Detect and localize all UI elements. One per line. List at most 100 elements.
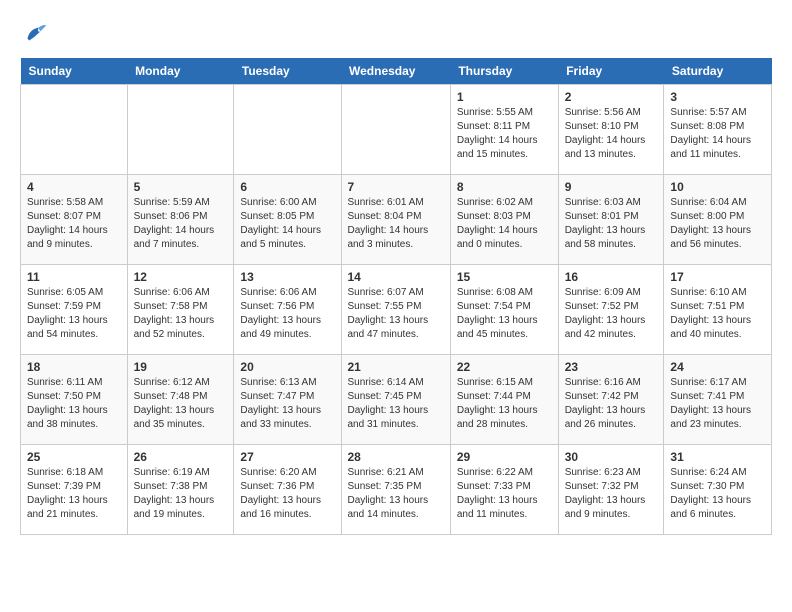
day-info: Sunrise: 5:56 AM Sunset: 8:10 PM Dayligh… <box>565 106 658 162</box>
calendar-cell: 17 Sunrise: 6:10 AM Sunset: 7:51 PM Dayli… <box>664 265 772 355</box>
calendar-cell: 10 Sunrise: 6:04 AM Sunset: 8:00 PM Dayli… <box>664 175 772 265</box>
day-info: Sunrise: 6:23 AM Sunset: 7:32 PM Dayligh… <box>565 466 658 522</box>
day-number: 5 <box>134 180 228 194</box>
day-number: 21 <box>348 360 444 374</box>
calendar-cell: 3 Sunrise: 5:57 AM Sunset: 8:08 PM Daylig… <box>664 85 772 175</box>
day-info: Sunrise: 6:17 AM Sunset: 7:41 PM Dayligh… <box>670 376 765 432</box>
day-number: 31 <box>670 450 765 464</box>
day-info: Sunrise: 6:06 AM Sunset: 7:58 PM Dayligh… <box>134 286 228 342</box>
day-info: Sunrise: 6:12 AM Sunset: 7:48 PM Dayligh… <box>134 376 228 432</box>
day-number: 15 <box>457 270 552 284</box>
calendar-cell: 26 Sunrise: 6:19 AM Sunset: 7:38 PM Dayli… <box>127 445 234 535</box>
day-number: 6 <box>240 180 334 194</box>
day-info: Sunrise: 6:10 AM Sunset: 7:51 PM Dayligh… <box>670 286 765 342</box>
day-info: Sunrise: 5:59 AM Sunset: 8:06 PM Dayligh… <box>134 196 228 252</box>
calendar-cell <box>127 85 234 175</box>
logo-bird-icon <box>20 20 48 48</box>
day-info: Sunrise: 6:04 AM Sunset: 8:00 PM Dayligh… <box>670 196 765 252</box>
calendar-cell: 30 Sunrise: 6:23 AM Sunset: 7:32 PM Dayli… <box>558 445 664 535</box>
day-info: Sunrise: 6:16 AM Sunset: 7:42 PM Dayligh… <box>565 376 658 432</box>
day-number: 17 <box>670 270 765 284</box>
calendar-cell: 21Sunrise: 6:14 AM Sunset: 7:45 PM Dayli… <box>341 355 450 445</box>
day-info: Sunrise: 6:22 AM Sunset: 7:33 PM Dayligh… <box>457 466 552 522</box>
day-number: 4 <box>27 180 121 194</box>
day-info: Sunrise: 6:19 AM Sunset: 7:38 PM Dayligh… <box>134 466 228 522</box>
weekday-header: Tuesday <box>234 58 341 85</box>
calendar-cell: 23 Sunrise: 6:16 AM Sunset: 7:42 PM Dayli… <box>558 355 664 445</box>
day-info: Sunrise: 6:01 AM Sunset: 8:04 PM Dayligh… <box>348 196 444 252</box>
day-number: 29 <box>457 450 552 464</box>
weekday-header: Sunday <box>21 58 128 85</box>
calendar-week-row: 1Sunrise: 5:55 AM Sunset: 8:11 PM Daylig… <box>21 85 772 175</box>
day-number: 3 <box>670 90 765 104</box>
calendar-week-row: 25Sunrise: 6:18 AM Sunset: 7:39 PM Dayli… <box>21 445 772 535</box>
day-info: Sunrise: 6:00 AM Sunset: 8:05 PM Dayligh… <box>240 196 334 252</box>
calendar-cell: 24 Sunrise: 6:17 AM Sunset: 7:41 PM Dayli… <box>664 355 772 445</box>
calendar-cell: 27 Sunrise: 6:20 AM Sunset: 7:36 PM Dayli… <box>234 445 341 535</box>
calendar-cell: 2 Sunrise: 5:56 AM Sunset: 8:10 PM Daylig… <box>558 85 664 175</box>
calendar-cell: 18Sunrise: 6:11 AM Sunset: 7:50 PM Dayli… <box>21 355 128 445</box>
weekday-header: Monday <box>127 58 234 85</box>
calendar-cell: 5 Sunrise: 5:59 AM Sunset: 8:06 PM Daylig… <box>127 175 234 265</box>
day-number: 19 <box>134 360 228 374</box>
calendar-cell: 4 Sunrise: 5:58 AM Sunset: 8:07 PM Daylig… <box>21 175 128 265</box>
calendar-table: SundayMondayTuesdayWednesdayThursdayFrid… <box>20 58 772 535</box>
day-number: 8 <box>457 180 552 194</box>
weekday-header: Saturday <box>664 58 772 85</box>
day-info: Sunrise: 5:58 AM Sunset: 8:07 PM Dayligh… <box>27 196 121 252</box>
day-info: Sunrise: 6:21 AM Sunset: 7:35 PM Dayligh… <box>348 466 444 522</box>
calendar-cell <box>341 85 450 175</box>
calendar-cell: 11 Sunrise: 6:05 AM Sunset: 7:59 PM Dayli… <box>21 265 128 355</box>
day-number: 11 <box>27 270 121 284</box>
calendar-cell: 6 Sunrise: 6:00 AM Sunset: 8:05 PM Daylig… <box>234 175 341 265</box>
weekday-header: Friday <box>558 58 664 85</box>
calendar-week-row: 11 Sunrise: 6:05 AM Sunset: 7:59 PM Dayli… <box>21 265 772 355</box>
calendar-cell: 8 Sunrise: 6:02 AM Sunset: 8:03 PM Daylig… <box>450 175 558 265</box>
calendar-cell: 29 Sunrise: 6:22 AM Sunset: 7:33 PM Dayli… <box>450 445 558 535</box>
day-number: 30 <box>565 450 658 464</box>
day-number: 7 <box>348 180 444 194</box>
day-number: 2 <box>565 90 658 104</box>
day-info: Sunrise: 6:06 AM Sunset: 7:56 PM Dayligh… <box>240 286 334 342</box>
day-info: Sunrise: 5:57 AM Sunset: 8:08 PM Dayligh… <box>670 106 765 162</box>
day-info: Sunrise: 6:03 AM Sunset: 8:01 PM Dayligh… <box>565 196 658 252</box>
calendar-cell: 9Sunrise: 6:03 AM Sunset: 8:01 PM Daylig… <box>558 175 664 265</box>
calendar-cell: 7 Sunrise: 6:01 AM Sunset: 8:04 PM Daylig… <box>341 175 450 265</box>
day-number: 16 <box>565 270 658 284</box>
calendar-week-row: 4 Sunrise: 5:58 AM Sunset: 8:07 PM Daylig… <box>21 175 772 265</box>
calendar-header: SundayMondayTuesdayWednesdayThursdayFrid… <box>21 58 772 85</box>
calendar-cell: 31Sunrise: 6:24 AM Sunset: 7:30 PM Dayli… <box>664 445 772 535</box>
day-number: 25 <box>27 450 121 464</box>
day-info: Sunrise: 6:05 AM Sunset: 7:59 PM Dayligh… <box>27 286 121 342</box>
calendar-cell: 12 Sunrise: 6:06 AM Sunset: 7:58 PM Dayli… <box>127 265 234 355</box>
calendar-cell: 13 Sunrise: 6:06 AM Sunset: 7:56 PM Dayli… <box>234 265 341 355</box>
calendar-cell: 15 Sunrise: 6:08 AM Sunset: 7:54 PM Dayli… <box>450 265 558 355</box>
day-info: Sunrise: 6:09 AM Sunset: 7:52 PM Dayligh… <box>565 286 658 342</box>
calendar-cell <box>21 85 128 175</box>
day-number: 27 <box>240 450 334 464</box>
day-number: 28 <box>348 450 444 464</box>
day-info: Sunrise: 6:02 AM Sunset: 8:03 PM Dayligh… <box>457 196 552 252</box>
day-info: Sunrise: 6:07 AM Sunset: 7:55 PM Dayligh… <box>348 286 444 342</box>
day-number: 20 <box>240 360 334 374</box>
day-info: Sunrise: 6:20 AM Sunset: 7:36 PM Dayligh… <box>240 466 334 522</box>
day-number: 12 <box>134 270 228 284</box>
day-info: Sunrise: 6:08 AM Sunset: 7:54 PM Dayligh… <box>457 286 552 342</box>
calendar-cell: 14Sunrise: 6:07 AM Sunset: 7:55 PM Dayli… <box>341 265 450 355</box>
weekday-header: Thursday <box>450 58 558 85</box>
day-info: Sunrise: 6:13 AM Sunset: 7:47 PM Dayligh… <box>240 376 334 432</box>
calendar-cell <box>234 85 341 175</box>
day-number: 23 <box>565 360 658 374</box>
day-info: Sunrise: 5:55 AM Sunset: 8:11 PM Dayligh… <box>457 106 552 162</box>
calendar-cell: 25Sunrise: 6:18 AM Sunset: 7:39 PM Dayli… <box>21 445 128 535</box>
calendar-cell: 28 Sunrise: 6:21 AM Sunset: 7:35 PM Dayli… <box>341 445 450 535</box>
day-number: 24 <box>670 360 765 374</box>
calendar-week-row: 18Sunrise: 6:11 AM Sunset: 7:50 PM Dayli… <box>21 355 772 445</box>
logo <box>20 20 52 48</box>
day-number: 13 <box>240 270 334 284</box>
page-header <box>20 20 772 48</box>
day-number: 10 <box>670 180 765 194</box>
day-number: 26 <box>134 450 228 464</box>
calendar-cell: 1Sunrise: 5:55 AM Sunset: 8:11 PM Daylig… <box>450 85 558 175</box>
weekday-header: Wednesday <box>341 58 450 85</box>
